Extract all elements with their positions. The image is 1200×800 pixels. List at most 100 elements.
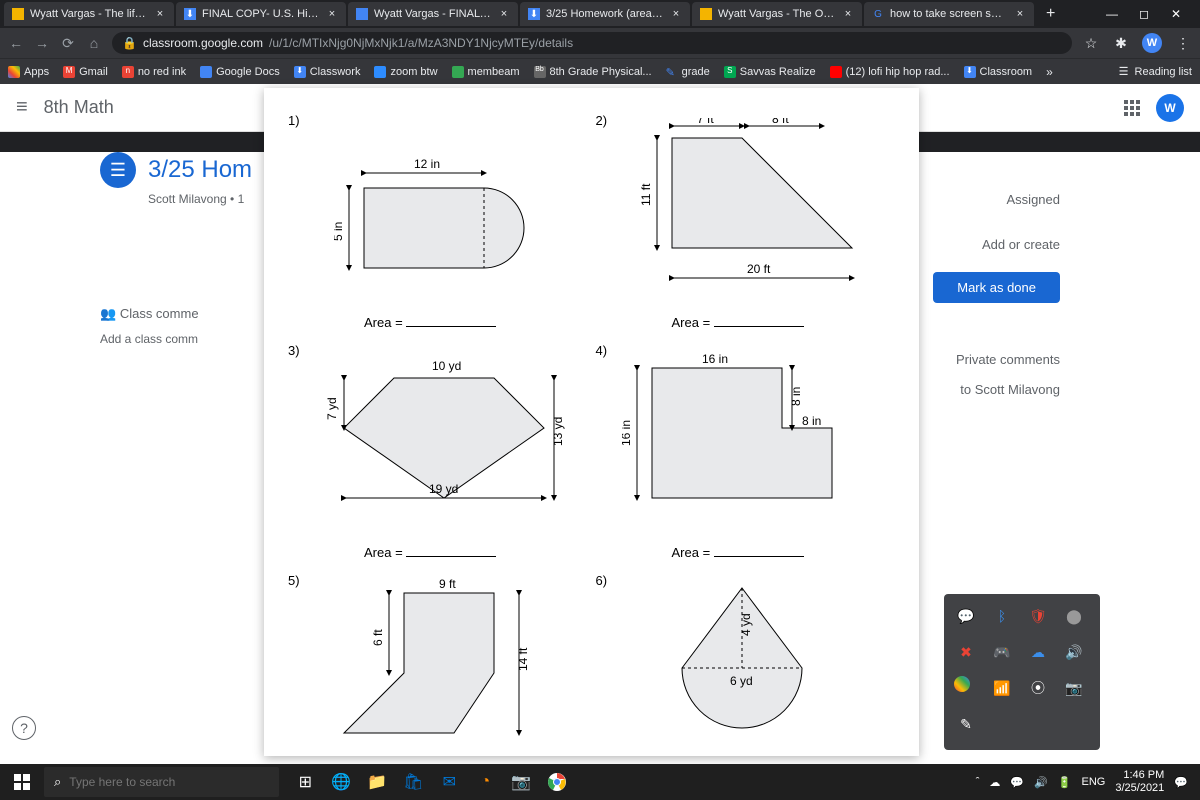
date-label: 3/25/2021 [1115,782,1164,795]
close-icon[interactable]: × [670,8,682,20]
volume-icon[interactable]: 🔊 [1034,776,1048,789]
account-avatar[interactable]: W [1156,94,1184,122]
chrome-icon[interactable] [541,767,573,797]
dim-label: 11 ft [639,183,653,206]
tray-icon[interactable]: ✎ [954,712,978,736]
bookmark-item[interactable]: ⬇Classwork [294,66,361,78]
bookmark-item[interactable]: ⬇Classroom [964,66,1033,78]
bookmark-item[interactable]: ✎grade [666,66,710,78]
tray-icon[interactable]: ⦿ [1026,676,1050,700]
onedrive-icon[interactable]: ☁ [989,776,1000,789]
answer-blank[interactable] [406,315,496,327]
close-icon[interactable]: × [1014,8,1026,20]
bookmark-star-icon[interactable]: ☆ [1082,34,1100,52]
tray-icon[interactable]: 🎮 [990,640,1014,664]
new-tab-button[interactable]: + [1036,5,1065,23]
app-icon[interactable]: ◔ [469,767,501,797]
bookmark-item[interactable]: Bb8th Grade Physical... [534,66,652,78]
mark-done-button[interactable]: Mark as done [933,272,1060,303]
close-icon[interactable]: × [842,8,854,20]
store-icon[interactable]: 🛍 [397,767,429,797]
dim-label: 4 yd [739,613,753,636]
tray-icon[interactable]: ⬤ [1062,604,1086,628]
bookmark-item[interactable]: Google Docs [200,66,280,78]
volume-icon[interactable]: 🔊 [1062,640,1086,664]
bookmark-item[interactable]: (12) lofi hip hop rad... [830,66,950,78]
camera-icon[interactable]: 📷 [1062,676,1086,700]
tray-icon[interactable]: ✖ [954,640,978,664]
dim-label: 8 in [802,414,821,428]
tray-icon[interactable] [954,676,970,692]
browser-tab[interactable]: ⬇FINAL COPY- U.S. Historic× [176,2,346,26]
file-explorer-icon[interactable]: 📁 [361,767,393,797]
google-apps-icon[interactable] [1124,100,1140,116]
area-answer: Area = [364,315,496,330]
home-button[interactable]: ⌂ [86,35,102,51]
browser-tab[interactable]: Wyatt Vargas - The life of× [4,2,174,26]
maximize-button[interactable]: ◻ [1136,7,1152,21]
class-title[interactable]: 8th Math [44,97,114,118]
menu-icon[interactable]: ⋮ [1174,34,1192,52]
notifications-icon[interactable]: 💬 [1174,776,1188,789]
browser-tab[interactable]: Wyatt Vargas - The Outsic × [692,2,862,26]
answer-blank[interactable] [406,545,496,557]
wifi-icon[interactable]: 📶 [990,676,1014,700]
answer-blank[interactable] [714,315,804,327]
window-controls: — ◻ ✕ [1104,7,1196,21]
chat-icon[interactable]: 💬 [1010,776,1024,789]
help-button[interactable]: ? [12,716,36,740]
battery-icon[interactable]: 🔋 [1058,776,1072,789]
apps-shortcut[interactable]: Apps [8,66,49,78]
bookmark-item[interactable]: SSavvas Realize [724,66,816,78]
browser-tab-active[interactable]: ⬇3/25 Homework (area con× [520,2,690,26]
system-tray-popup: 💬 ᛒ 🛡 ⬤ ✖ 🎮 ☁ 🔊 📶 ⦿ 📷 ✎ [944,594,1100,750]
reload-button[interactable]: ⟳ [60,35,76,52]
tab-favicon: ⬇ [528,8,540,20]
language-icon[interactable]: ENG [1082,776,1106,788]
tray-expand-icon[interactable]: ˆ [976,776,980,788]
lock-icon: 🔒 [122,36,137,50]
hamburger-icon[interactable]: ≡ [16,96,28,119]
close-icon[interactable]: × [154,8,166,20]
back-button[interactable]: ← [8,35,24,51]
area-answer: Area = [672,545,804,560]
comment-to-teacher[interactable]: to Scott Milavong [960,382,1060,397]
tray-icon[interactable]: 🛡 [1026,604,1050,628]
browser-tab[interactable]: Wyatt Vargas - FINAL COP× [348,2,518,26]
browser-tab[interactable]: Ghow to take screen shots× [864,2,1034,26]
start-button[interactable] [4,764,40,800]
shape-5: 9 ft 6 ft 14 ft [324,573,584,743]
bookmark-item[interactable]: membeam [452,66,520,78]
problem-5: 5) 9 ft 6 ft 14 ft [284,568,592,748]
url-input[interactable]: 🔒 classroom.google.com/u/1/c/MTIxNjg0NjM… [112,32,1072,54]
task-view-icon[interactable]: ⊞ [289,767,321,797]
worksheet-overlay: 1) 12 in 5 in Area = 2) 7 ft 8 ft [264,88,919,756]
taskbar-search[interactable]: ⌕ [44,767,279,797]
minimize-button[interactable]: — [1104,7,1120,21]
tab-title: Wyatt Vargas - The Outsic [718,8,836,20]
tray-icon[interactable]: 💬 [954,604,978,628]
area-answer: Area = [672,315,804,330]
bookmark-item[interactable]: nno red ink [122,66,186,78]
answer-blank[interactable] [714,545,804,557]
tray-icon[interactable]: ☁ [1026,640,1050,664]
bluetooth-icon[interactable]: ᛒ [990,604,1014,628]
search-input[interactable] [69,775,269,789]
forward-button[interactable]: → [34,35,50,51]
close-window-button[interactable]: ✕ [1168,7,1184,21]
close-icon[interactable]: × [326,8,338,20]
extension-icon[interactable]: ✱ [1112,34,1130,52]
camera-icon[interactable]: 📷 [505,767,537,797]
profile-avatar[interactable]: W [1142,33,1162,53]
bookmark-label: Classwork [310,66,361,78]
bookmark-item[interactable]: MGmail [63,66,108,78]
bookmark-label: no red ink [138,66,186,78]
bookmarks-overflow[interactable]: » [1046,65,1053,79]
bookmark-item[interactable]: zoom btw [374,66,437,78]
close-icon[interactable]: × [498,8,510,20]
mail-icon[interactable]: ✉ [433,767,465,797]
reading-list-button[interactable]: ☰Reading list [1119,65,1192,78]
edge-icon[interactable]: 🌐 [325,767,357,797]
clock[interactable]: 1:46 PM 3/25/2021 [1115,769,1164,795]
system-tray: ˆ ☁ 💬 🔊 🔋 ENG 1:46 PM 3/25/2021 💬 [976,769,1196,795]
